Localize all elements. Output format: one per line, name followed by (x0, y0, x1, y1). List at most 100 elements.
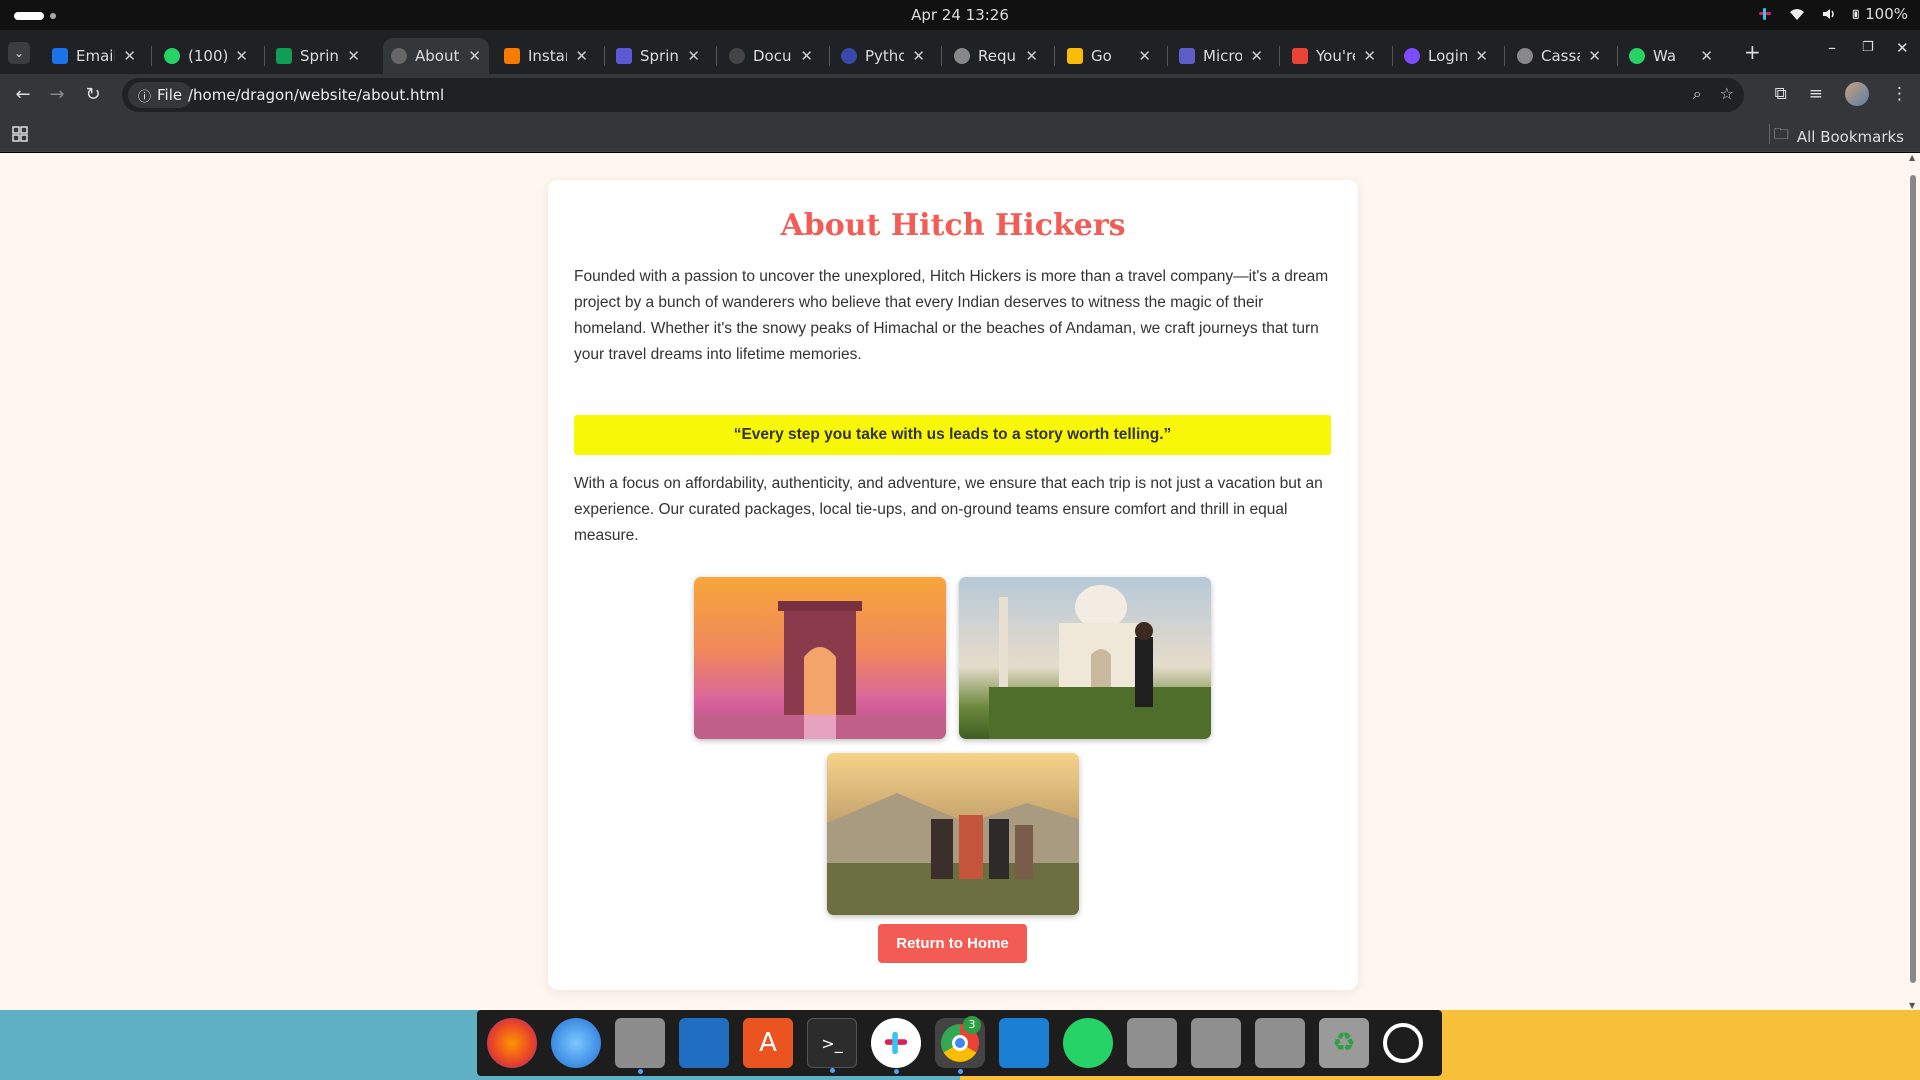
tab-requirements[interactable]: Requi ✕ (946, 38, 1046, 74)
scroll-up-icon[interactable]: ▲ (1909, 153, 1915, 162)
tab-instance[interactable]: Instan ✕ (496, 38, 596, 74)
tab-title: Sprint (300, 47, 339, 65)
writer-icon[interactable] (679, 1018, 729, 1068)
canva-icon (1404, 48, 1420, 64)
tab-docs[interactable]: Docum ✕ (721, 38, 821, 74)
forward-icon[interactable]: → (46, 84, 68, 105)
files-icon[interactable] (615, 1018, 665, 1074)
new-tab-icon[interactable]: + (1744, 40, 1761, 64)
address-bar[interactable]: ⓘ File /home/dragon/website/about.html ⌕… (122, 78, 1744, 112)
media-controls-icon[interactable]: ≡ (1809, 84, 1823, 104)
page-scrollbar[interactable]: ▲ ▼ (1908, 153, 1918, 1010)
terminal-icon[interactable]: >_ (807, 1018, 857, 1073)
tab-python[interactable]: Pytho ✕ (833, 38, 933, 74)
trash-icon[interactable]: ♻ (1319, 1018, 1369, 1068)
vscode-icon[interactable] (999, 1018, 1049, 1068)
slack-tray-icon[interactable] (1756, 6, 1774, 22)
extensions-icon[interactable]: ⧉ (1775, 84, 1787, 104)
linear-icon (616, 48, 632, 64)
scroll-down-icon[interactable]: ▼ (1909, 1001, 1915, 1010)
window-close-icon[interactable]: ✕ (1896, 39, 1909, 57)
close-icon[interactable]: ✕ (1025, 47, 1038, 65)
close-icon[interactable]: ✕ (1700, 47, 1713, 65)
tab-divider (264, 46, 265, 66)
close-icon[interactable]: ✕ (1588, 47, 1601, 65)
bookmark-star-icon[interactable]: ☆ (1720, 84, 1734, 104)
whatsapp-icon (1629, 48, 1645, 64)
whatsapp-icon[interactable] (1063, 1018, 1113, 1068)
tab-whatsapp-web[interactable]: Wa ✕ (1621, 38, 1721, 74)
tab-title: (100) \ (188, 47, 228, 65)
globe-icon (391, 48, 407, 64)
highlight-quote: “Every step you take with us leads to a … (574, 415, 1331, 455)
app-center-icon[interactable]: A (743, 1018, 793, 1068)
tab-divider (604, 46, 605, 66)
close-icon[interactable]: ✕ (575, 47, 588, 65)
close-icon[interactable]: ✕ (1363, 47, 1376, 65)
site-info-chip[interactable]: ⓘ File (128, 82, 193, 108)
slack-icon[interactable] (871, 1018, 921, 1074)
tab-email[interactable]: Email ✕ (44, 38, 144, 74)
running-indicator (829, 1068, 835, 1073)
tab-login[interactable]: Login ✕ (1396, 38, 1496, 74)
bookmarks-divider (1769, 124, 1770, 144)
tab-title: Micro (1203, 47, 1243, 65)
close-icon[interactable]: ✕ (912, 47, 925, 65)
system-tray[interactable]: 100% (1756, 5, 1908, 23)
close-icon[interactable]: ✕ (1138, 47, 1151, 65)
tab-divider (1167, 46, 1168, 66)
close-icon[interactable]: ✕ (347, 47, 360, 65)
all-bookmarks-label: All Bookmarks (1796, 127, 1904, 146)
url-text[interactable]: /home/dragon/website/about.html (188, 86, 444, 104)
chrome-icon[interactable]: 3 (935, 1016, 985, 1074)
battery-icon (1852, 9, 1859, 19)
sheets-icon (276, 48, 292, 64)
close-icon[interactable]: ✕ (235, 47, 248, 65)
all-bookmarks-button[interactable]: 🗀 All Bookmarks (1774, 124, 1904, 149)
disc-icon[interactable] (1255, 1018, 1305, 1068)
close-icon[interactable]: ✕ (1475, 47, 1488, 65)
maximize-icon[interactable]: ❐ (1862, 40, 1874, 55)
tab-divider (1617, 46, 1618, 66)
reload-icon[interactable]: ↻ (82, 84, 104, 105)
battery-status[interactable]: 100% (1852, 5, 1908, 23)
tab-title: Sprint (640, 47, 679, 65)
scroll-thumb[interactable] (1910, 175, 1916, 983)
tab-title: Email (76, 47, 116, 65)
close-icon[interactable]: ✕ (123, 47, 136, 65)
close-icon[interactable]: ✕ (687, 47, 700, 65)
wifi-icon[interactable] (1788, 6, 1806, 22)
disc-icon[interactable] (1191, 1018, 1241, 1068)
minimize-icon[interactable]: – (1828, 38, 1836, 57)
tab-whatsapp[interactable]: (100) \ ✕ (156, 38, 256, 74)
zoom-icon[interactable]: ⌕ (1693, 84, 1702, 104)
tab-gmail[interactable]: You're ✕ (1284, 38, 1384, 74)
tab-about[interactable]: About ✕ (383, 38, 489, 74)
tab-sprint-sheets[interactable]: Sprint ✕ (268, 38, 368, 74)
system-clock[interactable]: Apr 24 13:26 (0, 6, 1920, 24)
ubuntu-icon[interactable] (1383, 1023, 1423, 1063)
tab-search-button[interactable]: ⌄ (8, 42, 30, 64)
thunderbird-icon[interactable] (551, 1018, 601, 1068)
tab-sprint[interactable]: Sprint ✕ (608, 38, 708, 74)
firefox-icon[interactable] (487, 1018, 537, 1068)
teams-icon (1179, 48, 1195, 64)
tab-divider (941, 46, 942, 66)
close-icon[interactable]: ✕ (468, 47, 481, 65)
page-viewport: About Hitch Hickers Founded with a passi… (0, 153, 1920, 1010)
menu-kebab-icon[interactable]: ⋮ (1891, 84, 1908, 104)
system-top-bar: Apr 24 13:26 100% (0, 0, 1920, 30)
disc-icon[interactable] (1127, 1018, 1177, 1068)
tab-google-meet[interactable]: Go ✕ (1059, 38, 1159, 74)
apps-grid-icon[interactable] (12, 126, 28, 142)
tab-divider (1504, 46, 1505, 66)
close-icon[interactable]: ✕ (1250, 47, 1263, 65)
chrome-window-count-badge: 3 (963, 1016, 981, 1034)
tab-cassandra[interactable]: Cassa ✕ (1509, 38, 1609, 74)
back-icon[interactable]: ← (12, 84, 34, 105)
close-icon[interactable]: ✕ (800, 47, 813, 65)
profile-avatar[interactable] (1845, 82, 1869, 106)
volume-icon[interactable] (1820, 6, 1838, 22)
tab-microsoft[interactable]: Micro ✕ (1171, 38, 1271, 74)
return-home-button[interactable]: Return to Home (878, 924, 1027, 963)
